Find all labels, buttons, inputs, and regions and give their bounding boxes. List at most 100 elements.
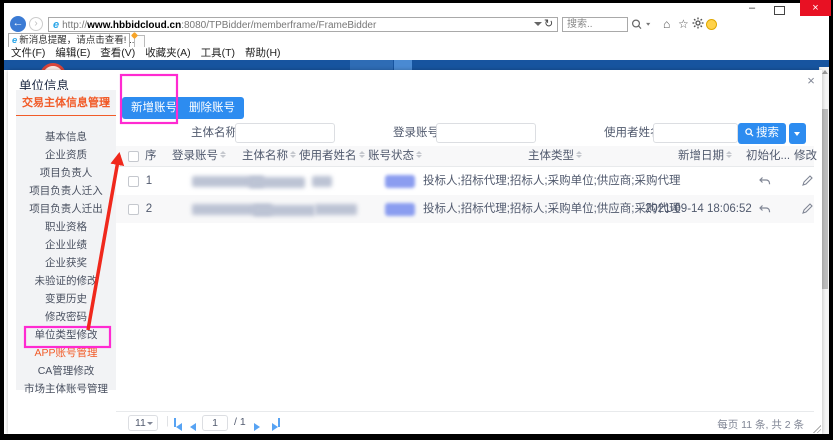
last-page-button[interactable]	[272, 418, 280, 427]
first-page-button[interactable]	[174, 418, 182, 427]
sort-icon[interactable]	[220, 151, 226, 159]
refresh-icon[interactable]: ↻	[544, 17, 553, 30]
browser-search-input[interactable]: 搜索..	[562, 17, 628, 32]
col-subject-name[interactable]: 主体名称	[242, 146, 296, 166]
page-number-input[interactable]	[202, 415, 228, 431]
tab-new-message[interactable]: e新消息提醒，请点击查看! ...×	[8, 33, 130, 47]
restore-button[interactable]	[774, 6, 785, 15]
redacted-subject-name	[253, 205, 315, 216]
sort-icon[interactable]	[359, 151, 365, 159]
scrollbar-thumb[interactable]	[821, 109, 828, 289]
col-edit: 修改	[794, 146, 817, 166]
col-subject-type[interactable]: 主体类型	[528, 146, 582, 166]
sort-icon[interactable]	[416, 151, 422, 159]
search-button[interactable]: 搜索	[738, 123, 786, 144]
menu-view[interactable]: 查看(V)	[100, 47, 135, 60]
add-account-button[interactable]: 新增账号	[122, 97, 186, 119]
sidebar: 交易主体信息管理 基本信息 企业资质 项目负责人 项目负责人迁入 项目负责人迁出…	[16, 90, 116, 390]
menu-file[interactable]: 文件(F)	[11, 47, 45, 60]
sidebar-item-change-history[interactable]: 变更历史	[16, 290, 116, 308]
menu-help[interactable]: 帮助(H)	[245, 47, 281, 60]
col-created-date[interactable]: 新增日期	[678, 146, 732, 166]
browser-window: – × ← › ehttp://www.hbbidcloud.cn:8080/T…	[4, 3, 829, 434]
nav-highlight-segment	[350, 60, 393, 70]
row-checkbox[interactable]	[128, 176, 139, 187]
menu-favorites[interactable]: 收藏夹(A)	[145, 47, 191, 60]
search-magnifier-icon[interactable]	[630, 18, 656, 31]
table-header: 序 登录账号 主体名称 使用者姓名 账号状态 主体类型 新增日期 初始化... …	[116, 146, 814, 167]
redacted-user-name	[315, 204, 357, 215]
redacted-subject-name	[249, 177, 305, 188]
edit-pencil-icon[interactable]	[800, 202, 814, 216]
menu-edit[interactable]: 编辑(E)	[55, 47, 90, 60]
row-seq: 2	[143, 195, 155, 223]
search-dropdown-button[interactable]	[789, 123, 806, 144]
sort-icon[interactable]	[290, 151, 296, 159]
sidebar-item-professional-cert[interactable]: 职业资格	[16, 218, 116, 236]
row-checkbox[interactable]	[128, 204, 139, 215]
sidebar-item-pm-transfer-out[interactable]: 项目负责人迁出	[16, 200, 116, 218]
sidebar-item-performance[interactable]: 企业业绩	[16, 236, 116, 254]
resize-grip-icon[interactable]	[813, 425, 821, 433]
subject-name-input[interactable]	[235, 123, 335, 143]
sidebar-item-app-account[interactable]: APP账号管理	[16, 344, 116, 362]
chevron-down-icon	[104, 101, 110, 105]
forward-button[interactable]: ›	[29, 17, 43, 31]
url-prefix: http://	[62, 20, 87, 31]
pagination-summary: 每页 11 条, 共 2 条	[717, 417, 804, 432]
subject-type-cell: 投标人;招标代理;招标人;采购单位;供应商;采购代理	[423, 195, 680, 223]
settings-gear-icon[interactable]	[692, 17, 704, 33]
col-user-name[interactable]: 使用者姓名	[299, 146, 365, 166]
sidebar-item-pm-transfer-in[interactable]: 项目负责人迁入	[16, 182, 116, 200]
home-icon[interactable]: ⌂	[663, 17, 670, 32]
sidebar-item-awards[interactable]: 企业获奖	[16, 254, 116, 272]
search-form: 主体名称: 登录账号: 使用者姓名: 搜索	[116, 123, 814, 143]
close-button[interactable]: ×	[800, 0, 831, 16]
address-bar[interactable]: ehttp://www.hbbidcloud.cn:8080/TPBidder/…	[48, 17, 558, 32]
nav-highlight-segment	[394, 60, 412, 70]
prev-page-button[interactable]	[190, 418, 196, 427]
sidebar-item-ca-management[interactable]: CA管理修改	[16, 362, 116, 380]
favorites-star-icon[interactable]: ☆	[678, 17, 689, 32]
address-dropdown-icon[interactable]	[534, 22, 542, 26]
modal-close-icon[interactable]: ×	[804, 73, 818, 88]
col-seq: 序	[145, 146, 157, 166]
delete-account-button[interactable]: 删除账号	[180, 97, 244, 119]
minimize-button[interactable]: –	[741, 3, 763, 16]
sidebar-item-unverified-changes[interactable]: 未验证的修改	[16, 272, 116, 290]
sort-icon[interactable]	[576, 151, 582, 159]
page-size-select[interactable]: 11	[128, 415, 158, 431]
sidebar-item-unit-type-change[interactable]: 单位类型修改	[16, 326, 116, 344]
select-all-checkbox[interactable]	[128, 151, 139, 162]
navigation-bar: ← › ehttp://www.hbbidcloud.cn:8080/TPBid…	[4, 16, 829, 33]
pagination-separator: |	[166, 415, 169, 427]
main-content: 新增账号 删除账号 主体名称: 登录账号: 使用者姓名: 搜索 序 登录账号 主…	[116, 90, 814, 434]
unit-info-modal: 单位信息 × 交易主体信息管理 基本信息 企业资质 项目负责人 项目负责人迁入 …	[8, 70, 822, 434]
initialize-undo-icon[interactable]	[758, 202, 772, 216]
user-name-input[interactable]	[653, 123, 738, 143]
col-login-account[interactable]: 登录账号	[172, 146, 226, 166]
login-account-input[interactable]	[436, 123, 536, 143]
sidebar-item-qualification[interactable]: 企业资质	[16, 146, 116, 164]
scrollbar-up-icon[interactable]	[822, 70, 828, 74]
edit-pencil-icon[interactable]	[800, 174, 814, 188]
tab-strip: e新消息提醒，请点击查看! ...×	[4, 33, 829, 47]
page-header-band	[4, 60, 829, 70]
col-account-status[interactable]: 账号状态	[368, 146, 422, 166]
status-badge	[385, 203, 415, 216]
sidebar-section-trade-subject[interactable]: 交易主体信息管理	[16, 94, 116, 112]
sidebar-item-market-subject-account[interactable]: 市场主体账号管理	[16, 380, 116, 398]
back-button[interactable]: ←	[10, 16, 26, 32]
page-total-label: / 1	[234, 416, 246, 428]
tab-title: 新消息提醒，请点击查看! ...	[19, 35, 137, 46]
screenshot-root: { "colors": { "accent_blue": "#2d8cf0", …	[0, 0, 833, 440]
sidebar-item-change-password[interactable]: 修改密码	[16, 308, 116, 326]
menu-tools[interactable]: 工具(T)	[201, 47, 235, 60]
sort-icon[interactable]	[726, 151, 732, 159]
initialize-undo-icon[interactable]	[758, 174, 772, 188]
next-page-button[interactable]	[254, 418, 260, 427]
subject-type-cell: 投标人;招标代理;招标人;采购单位;供应商;采购代理	[423, 167, 680, 195]
sidebar-item-project-manager[interactable]: 项目负责人	[16, 164, 116, 182]
feedback-smiley-icon[interactable]	[706, 19, 717, 30]
sidebar-item-basic-info[interactable]: 基本信息	[16, 128, 116, 146]
